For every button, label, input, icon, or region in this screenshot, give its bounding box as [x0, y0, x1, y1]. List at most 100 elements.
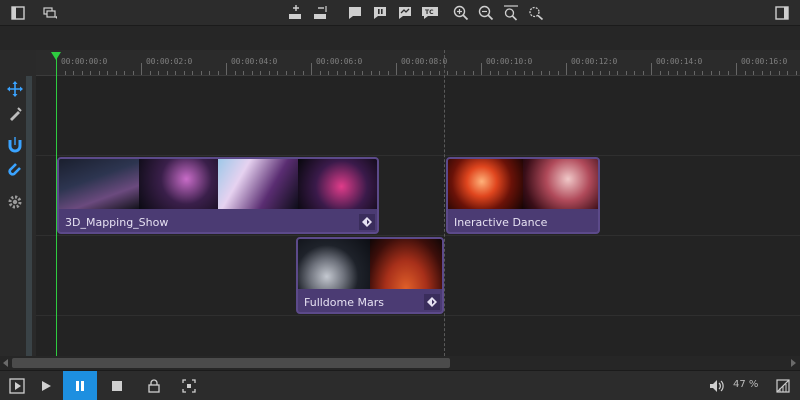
- keyframe-icon[interactable]: [424, 294, 440, 310]
- ruler-tick: [481, 63, 482, 75]
- ruler-tick: [523, 71, 525, 75]
- stop-icon[interactable]: [100, 371, 134, 400]
- playhead-handle[interactable]: [51, 52, 61, 60]
- ruler-tick: [302, 71, 304, 75]
- zoom-reset-icon[interactable]: [526, 3, 546, 23]
- ruler-tick: [260, 71, 261, 75]
- zoom-level: 47 %: [733, 379, 759, 390]
- ruler-tick: [183, 71, 185, 75]
- ruler-tick: [770, 71, 771, 75]
- sidebar-left-icon[interactable]: [8, 3, 28, 23]
- zoom-out-icon[interactable]: [476, 3, 496, 23]
- track-remove-icon[interactable]: [311, 3, 331, 23]
- ruler-tick: [421, 71, 423, 75]
- ruler-tick: [719, 71, 720, 75]
- ruler-tick: [693, 71, 695, 75]
- keyframe-icon[interactable]: [359, 214, 375, 230]
- ruler-tick: [217, 71, 219, 75]
- ruler-tick: [761, 71, 763, 75]
- move-icon[interactable]: [6, 80, 24, 98]
- ruler-tick: [124, 71, 125, 75]
- ruler-tick: [557, 71, 559, 75]
- ruler-tick: [353, 71, 355, 75]
- ruler-tick: [549, 71, 550, 75]
- top-toolbar: TC: [0, 0, 800, 26]
- clip-label: 3D_Mapping_Show: [65, 216, 169, 229]
- timecode-icon[interactable]: TC: [420, 3, 440, 23]
- ruler-tick: [175, 71, 176, 75]
- ruler-tick: [294, 71, 295, 75]
- timeline-ruler[interactable]: 00:00:00:0 00:00:02:0 00:00:04:0 00:00:06:0…: [36, 50, 800, 76]
- clip-label: Ineractive Dance: [454, 216, 548, 229]
- track-header-bar: [26, 76, 32, 356]
- ruler-tick: [515, 71, 516, 75]
- ruler-tick: [540, 71, 542, 75]
- scroll-left-icon[interactable]: [3, 359, 8, 367]
- image-marker-icon[interactable]: [395, 3, 415, 23]
- pause-icon[interactable]: [63, 371, 97, 400]
- track-divider: [36, 315, 800, 316]
- ruler-tick: [345, 71, 346, 75]
- ruler-tick: [710, 71, 712, 75]
- ruler-tick: [702, 71, 703, 75]
- magnet-icon[interactable]: [6, 161, 24, 179]
- zoom-in-icon[interactable]: [451, 3, 471, 23]
- clip-label: Fulldome Mars: [304, 296, 384, 309]
- clip-thumbnails: [448, 159, 598, 209]
- aspect-icon[interactable]: [766, 371, 800, 400]
- ruler-label: 00:00:02:0: [146, 57, 193, 66]
- ruler-tick: [328, 71, 329, 75]
- ruler-tick: [498, 71, 499, 75]
- ruler-tick: [659, 71, 661, 75]
- ruler-tick: [115, 71, 117, 75]
- ruler-tick: [676, 71, 678, 75]
- marker-line[interactable]: [444, 50, 445, 356]
- scroll-thumb[interactable]: [12, 358, 450, 368]
- ruler-tick: [532, 71, 533, 75]
- horizontal-scrollbar[interactable]: [0, 356, 800, 370]
- ruler-tick: [73, 71, 74, 75]
- flag-icon[interactable]: [345, 3, 365, 23]
- split-icon[interactable]: [370, 3, 390, 23]
- settings-icon[interactable]: [6, 193, 24, 211]
- ruler-label: 00:00:16:0: [741, 57, 788, 66]
- fullscreen-icon[interactable]: [172, 371, 206, 400]
- ruler-label: 00:00:04:0: [231, 57, 278, 66]
- sidebar-right-icon[interactable]: [772, 3, 792, 23]
- svg-text:TC: TC: [425, 9, 434, 16]
- playhead[interactable]: [56, 56, 57, 356]
- play-icon[interactable]: [29, 371, 63, 400]
- track-add-icon[interactable]: [286, 3, 306, 23]
- ruler-tick: [141, 63, 142, 75]
- ruler-tick: [64, 71, 66, 75]
- ruler-tick: [90, 71, 91, 75]
- ruler-label: 00:00:00:0: [61, 57, 108, 66]
- ruler-tick: [277, 71, 278, 75]
- scroll-right-icon[interactable]: [791, 359, 796, 367]
- ruler-tick: [600, 71, 601, 75]
- track-divider: [36, 155, 800, 156]
- ruler-label: 00:00:14:0: [656, 57, 703, 66]
- snap-magnet-icon[interactable]: [6, 136, 24, 154]
- ruler-tick: [583, 71, 584, 75]
- volume-icon[interactable]: [700, 371, 734, 400]
- track-divider: [36, 235, 800, 236]
- ruler-tick: [268, 71, 270, 75]
- ruler-tick: [200, 71, 202, 75]
- layers-icon[interactable]: [40, 3, 60, 23]
- zoom-fit-icon[interactable]: [501, 3, 521, 23]
- clip-fulldome-mars[interactable]: Fulldome Mars: [296, 237, 444, 314]
- ruler-label: 00:00:08:0: [401, 57, 448, 66]
- ruler-tick: [107, 71, 108, 75]
- clip-3d-mapping-show[interactable]: 3D_Mapping_Show: [57, 157, 379, 234]
- ruler-tick: [158, 71, 159, 75]
- clip-ineractive-dance[interactable]: Ineractive Dance: [446, 157, 600, 234]
- ruler-tick: [319, 71, 321, 75]
- razor-icon[interactable]: [6, 105, 24, 123]
- ruler-tick: [566, 63, 567, 75]
- ruler-tick: [651, 63, 652, 75]
- ruler-label: 00:00:06:0: [316, 57, 363, 66]
- ruler-tick: [379, 71, 380, 75]
- lock-icon[interactable]: [137, 371, 171, 400]
- ruler-tick: [81, 71, 83, 75]
